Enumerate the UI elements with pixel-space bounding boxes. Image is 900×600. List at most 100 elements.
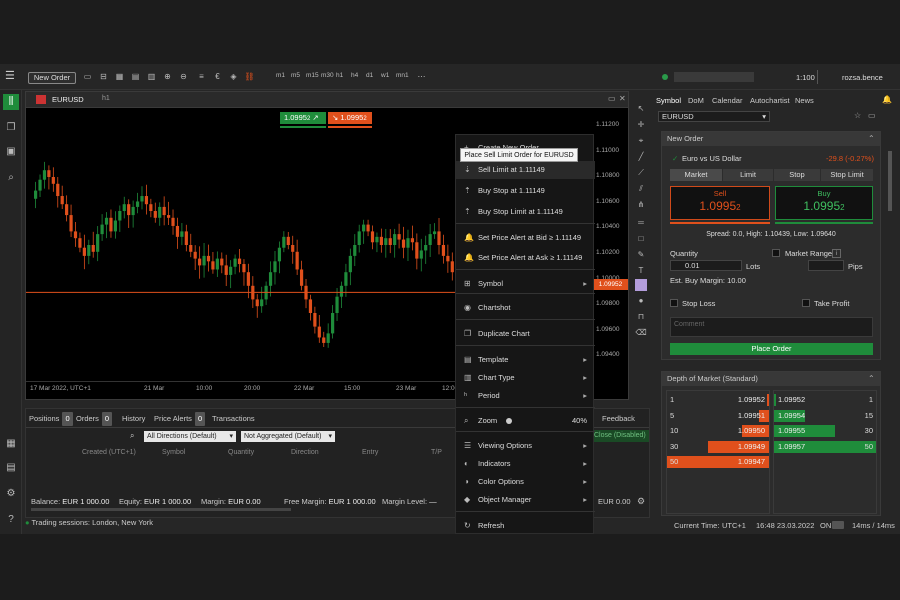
order-type-market[interactable]: Market xyxy=(670,169,722,181)
one-click-buy-button[interactable]: 1.09952 ↗ xyxy=(280,112,326,124)
bell-icon[interactable]: 🔔 xyxy=(882,95,892,104)
info-icon[interactable]: i xyxy=(832,249,841,258)
chart-window-icon[interactable]: ▭ xyxy=(82,72,93,82)
menu-item-chartshot[interactable]: ◉ Chartshot xyxy=(456,299,595,317)
menu-item-refresh[interactable]: ↻ Refresh xyxy=(456,517,595,535)
more-icon[interactable]: ⋯ xyxy=(416,72,427,82)
menu-item-period[interactable]: ʰ Period ▸ xyxy=(456,387,595,405)
tab-calendar[interactable]: Calendar xyxy=(712,94,742,108)
collapse-icon[interactable]: ⌃ xyxy=(868,374,875,383)
direction-filter-select[interactable]: All Directions (Default) ▾ xyxy=(144,431,236,442)
menu-item-buy-stop-limit-at-1-11149[interactable]: ⇡ Buy Stop Limit at 1.11149 xyxy=(456,203,595,221)
dom-sell-row[interactable]: 30 1.09949 xyxy=(667,440,769,453)
col-direction[interactable]: Direction xyxy=(291,449,319,456)
pitchfork-icon[interactable]: ⋔ xyxy=(635,199,647,211)
symbol-select[interactable]: EURUSD ▾ xyxy=(658,111,770,122)
period-button-w1[interactable]: w1 xyxy=(381,72,389,79)
color-swatch-icon[interactable] xyxy=(635,279,647,291)
tab-news[interactable]: News xyxy=(795,94,814,108)
trendline-icon[interactable]: ╱ xyxy=(635,151,647,163)
tab-price-alerts[interactable]: Price Alerts 0 xyxy=(154,412,206,426)
menu-item-symbol[interactable]: ⊞ Symbol ▸ xyxy=(456,275,595,293)
vertical-scrollbar[interactable] xyxy=(888,151,892,211)
grid-icon[interactable]: ▦ xyxy=(114,72,125,82)
list-icon[interactable]: ≡ xyxy=(196,72,207,82)
copy-icon[interactable]: ❐ xyxy=(3,120,19,136)
close-all-button[interactable]: Close (Disabled) xyxy=(591,430,649,442)
quantity-input[interactable]: 0.01 xyxy=(670,260,742,271)
tab-symbol[interactable]: Symbol xyxy=(656,94,681,108)
horizontal-scrollbar[interactable] xyxy=(31,508,291,511)
tab-history[interactable]: History xyxy=(122,412,145,426)
col-entry[interactable]: Entry xyxy=(362,449,378,456)
period-button-m30[interactable]: m30 xyxy=(321,72,334,79)
sell-button[interactable]: Sell 1.09952 xyxy=(670,186,770,220)
order-type-limit[interactable]: Limit xyxy=(723,169,773,181)
menu-item-template[interactable]: ▤ Template ▸ xyxy=(456,351,595,369)
chart-icon[interactable]: ▭ xyxy=(868,111,876,120)
order-type-stop[interactable]: Stop xyxy=(774,169,820,181)
ray-icon[interactable]: ⟋ xyxy=(635,167,647,179)
comment-input[interactable]: Comment xyxy=(670,317,873,337)
channel-icon[interactable]: ⫽ xyxy=(635,183,647,195)
menu-item-sell-limit-at-1-11149[interactable]: ⇣ Sell Limit at 1.11149 xyxy=(456,161,595,179)
tab-dom[interactable]: DoM xyxy=(688,94,704,108)
market-range-input[interactable] xyxy=(808,260,844,271)
zoom-out-icon[interactable]: ⊖ xyxy=(178,72,189,82)
measure-icon[interactable]: ⌖ xyxy=(635,135,647,147)
news-icon[interactable]: ▤ xyxy=(3,460,19,476)
toggle-switch[interactable] xyxy=(832,521,844,529)
dom-buy-row[interactable]: 1.09957 50 xyxy=(774,440,876,453)
feedback-link[interactable]: Feedback xyxy=(602,414,635,423)
hamburger-menu-icon[interactable]: ☰ xyxy=(5,71,17,83)
cursor-icon[interactable]: ↖ xyxy=(635,103,647,115)
order-type-stop-limit[interactable]: Stop Limit xyxy=(821,169,873,181)
menu-item-buy-stop-at-1-11149[interactable]: ⇡ Buy Stop at 1.11149 xyxy=(456,182,595,200)
dom-buy-row[interactable]: 1.09955 30 xyxy=(774,425,876,437)
menu-item-chart-type[interactable]: ▥ Chart Type ▸ xyxy=(456,369,595,387)
star-icon[interactable]: ☆ xyxy=(854,111,861,120)
trash-icon[interactable]: ⌫ xyxy=(635,327,647,339)
tab-transactions[interactable]: Transactions xyxy=(212,412,255,426)
settings-icon[interactable]: ⚙ xyxy=(3,486,19,502)
timezone-select[interactable]: UTC+1 xyxy=(722,521,746,530)
menu-item-viewing-options[interactable]: ☰ Viewing Options ▸ xyxy=(456,437,595,455)
collapse-icon[interactable]: ⌃ xyxy=(868,134,875,143)
one-click-sell-button[interactable]: ↘ 1.09952 xyxy=(328,112,372,124)
tab-positions[interactable]: Positions 0 xyxy=(29,412,73,426)
zoom-in-icon[interactable]: ⊕ xyxy=(162,72,173,82)
period-button-m15[interactable]: m15 xyxy=(306,72,319,79)
dom-buy-row[interactable]: 1.09952 1 xyxy=(774,394,876,406)
dom-sell-row[interactable]: 50 1.09947 xyxy=(667,456,769,468)
dom-sell-row[interactable]: 10 1.09950 xyxy=(667,425,769,437)
brush-icon[interactable]: ✎ xyxy=(635,249,647,261)
chart-symbol[interactable]: EURUSD xyxy=(52,95,84,104)
calculator-icon[interactable]: ▦ xyxy=(3,436,19,452)
menu-item-set-price-alert-at-ask-1-11149[interactable]: 🔔 Set Price Alert at Ask ≥ 1.11149 xyxy=(456,249,595,267)
market-range-checkbox[interactable] xyxy=(772,249,780,257)
chart-trading-icon[interactable]: ⫼ xyxy=(3,94,19,110)
period-button-h4[interactable]: h4 xyxy=(351,72,358,79)
menu-item-color-options[interactable]: ◑ Color Options ▸ xyxy=(456,473,595,491)
period-button-m1[interactable]: m1 xyxy=(276,72,285,79)
menu-item-duplicate-chart[interactable]: ❐ Duplicate Chart xyxy=(456,325,595,343)
menu-item-indicators[interactable]: ◐ Indicators ▸ xyxy=(456,455,595,473)
help-icon[interactable]: ? xyxy=(3,512,19,528)
layers-icon[interactable]: ◈ xyxy=(228,72,239,82)
rectangle-icon[interactable]: □ xyxy=(635,233,647,245)
buy-button[interactable]: Buy 1.09952 xyxy=(775,186,873,220)
magnet-icon[interactable]: ⊓ xyxy=(635,311,647,323)
new-order-button[interactable]: New Order xyxy=(28,72,76,84)
period-button-h1[interactable]: h1 xyxy=(336,72,343,79)
menu-item-zoom[interactable]: ⌕ Zoom 40% xyxy=(456,412,595,430)
tab-orders[interactable]: Orders 0 xyxy=(76,412,113,426)
dom-sell-row[interactable]: 1 1.09952 xyxy=(667,394,769,406)
link-icon[interactable]: ⛓ xyxy=(244,72,255,82)
menu-item-set-price-alert-at-bid-1-11149[interactable]: 🔔 Set Price Alert at Bid ≥ 1.11149 xyxy=(456,229,595,247)
briefcase-icon[interactable]: ▣ xyxy=(3,144,19,160)
hline-icon[interactable]: ═ xyxy=(635,217,647,229)
col-created[interactable]: Created (UTC+1) xyxy=(82,449,136,456)
tab-autochartist[interactable]: Autochartist xyxy=(750,94,790,108)
search-icon[interactable]: ⌕ xyxy=(3,170,19,186)
zoom-slider-handle[interactable] xyxy=(506,418,512,424)
